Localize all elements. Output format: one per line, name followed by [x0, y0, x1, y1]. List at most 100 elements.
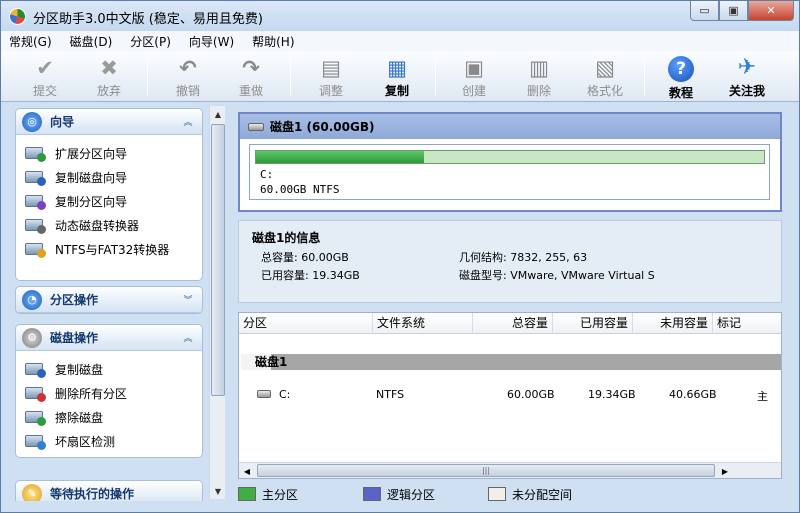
column-header-flag[interactable]: 标记	[713, 313, 781, 334]
disk-op-wipe[interactable]: 擦除磁盘	[25, 405, 202, 429]
submit-button[interactable]: ✔ 提交	[17, 54, 73, 100]
wizard-item-copy-disk[interactable]: 复制磁盘向导	[25, 165, 202, 189]
redo-button[interactable]: ↷ 重做	[223, 54, 279, 100]
chevron-up-icon[interactable]: ︽	[180, 330, 196, 346]
partition-block-c[interactable]: C: 60.00GB NTFS	[249, 144, 770, 200]
follow-button[interactable]: ✈ 关注我	[719, 54, 775, 100]
pending-ops-header[interactable]: ✎ 等待执行的操作	[16, 481, 202, 501]
scroll-up-arrow-icon[interactable]: ▲	[210, 106, 226, 122]
column-header-free[interactable]: 未用容量	[633, 313, 713, 334]
wizard-item-label: 复制磁盘向导	[55, 170, 128, 185]
disk-used-capacity: 已用容量: 19.34GB	[261, 269, 360, 282]
wizard-item-label: 动态磁盘转换器	[55, 218, 140, 233]
disk-ops-header[interactable]: ⚙ 磁盘操作 ︽	[16, 325, 202, 351]
partition-ops-panel: ◔ 分区操作 ︾	[15, 286, 203, 314]
dynamic-disk-icon	[25, 219, 46, 234]
menu-wizard[interactable]: 向导(W)	[189, 33, 234, 50]
sidebar: ◎ 向导 ︽ 扩展分区向导 复制磁盘向导 复制分区向导 动态磁盘转换器 NTFS…	[9, 104, 208, 501]
disk-op-copy-disk[interactable]: 复制磁盘	[25, 357, 202, 381]
create-label: 创建	[461, 84, 486, 98]
disk-op-bad-sector[interactable]: 坏扇区检测	[25, 429, 202, 453]
scroll-thumb[interactable]	[211, 124, 225, 396]
column-header-used[interactable]: 已用容量	[553, 313, 633, 334]
scroll-left-arrow-icon[interactable]: ◀	[239, 463, 255, 478]
toolbar-separator	[290, 58, 291, 96]
submit-label: 提交	[32, 84, 57, 98]
toolbar-separator	[644, 58, 645, 96]
toolbar-separator	[147, 58, 148, 96]
scroll-down-arrow-icon[interactable]: ▼	[210, 483, 226, 499]
menu-general[interactable]: 常规(G)	[9, 33, 52, 50]
column-header-filesystem[interactable]: 文件系统	[373, 313, 473, 334]
partition-ops-header[interactable]: ◔ 分区操作 ︾	[16, 287, 202, 313]
table-horizontal-scrollbar[interactable]: ◀ ||| ▶	[239, 462, 781, 478]
disk-ops-panel: ⚙ 磁盘操作 ︽ 复制磁盘 删除所有分区 擦除磁盘 坏扇区检测	[15, 324, 203, 458]
create-button[interactable]: ▣ 创建	[446, 54, 502, 100]
copy-label: 复制	[384, 84, 409, 98]
minimize-button[interactable]: ▭	[690, 1, 719, 21]
redo-arrow-icon: ↷	[242, 56, 260, 80]
wizard-item-label: 复制分区向导	[55, 194, 128, 209]
column-header-total[interactable]: 总容量	[473, 313, 553, 334]
table-group-disk: 磁盘1	[241, 354, 781, 370]
disk-map[interactable]: 磁盘1 (60.00GB) C: 60.00GB NTFS	[238, 112, 782, 212]
cell-flag: 主	[757, 390, 768, 403]
column-header-partition[interactable]: 分区	[239, 313, 373, 334]
cell-filesystem: NTFS	[376, 388, 405, 401]
table-row[interactable]: C: NTFS 60.00GB 19.34GB 40.66GB 主	[239, 385, 781, 405]
undo-arrow-icon: ↶	[179, 56, 197, 80]
app-window: 分区助手3.0中文版 (稳定、易用且免费) ▭ ▣ ✕ 常规(G) 磁盘(D) …	[0, 0, 800, 513]
close-button[interactable]: ✕	[748, 1, 794, 21]
delete-label: 删除	[526, 84, 551, 98]
disk-title: 磁盘1 (60.00GB)	[270, 120, 375, 134]
disk-op-label: 删除所有分区	[55, 386, 128, 401]
disk-info-title: 磁盘1的信息	[252, 231, 321, 245]
disk-op-delete-all[interactable]: 删除所有分区	[25, 381, 202, 405]
chevron-up-icon[interactable]: ︽	[180, 114, 196, 130]
adjust-button[interactable]: ▤ 调整	[303, 54, 359, 100]
format-button[interactable]: ▧ 格式化	[577, 54, 633, 100]
format-label: 格式化	[586, 84, 623, 98]
wizard-panel-title: 向导	[50, 115, 75, 129]
wizard-item-label: 扩展分区向导	[55, 146, 128, 161]
cell-free: 40.66GB	[669, 388, 717, 401]
menu-partition[interactable]: 分区(P)	[130, 33, 171, 50]
adjust-label: 调整	[318, 84, 343, 98]
legend-logical: 逻辑分区	[363, 485, 435, 503]
copy-button[interactable]: ▦ 复制	[369, 54, 425, 100]
partition-ops-icon: ◔	[22, 289, 42, 310]
undo-button[interactable]: ↶ 撤销	[160, 54, 216, 100]
delete-button[interactable]: ▥ 删除	[511, 54, 567, 100]
menu-help[interactable]: 帮助(H)	[252, 33, 294, 50]
maximize-button[interactable]: ▣	[719, 1, 748, 21]
horizontal-scroll-thumb[interactable]: |||	[257, 464, 715, 477]
partition-table: 分区 文件系统 总容量 已用容量 未用容量 标记 磁盘1 C: NTFS 60.…	[238, 312, 782, 479]
wizard-item-dynamic-disk[interactable]: 动态磁盘转换器	[25, 213, 202, 237]
undo-label: 撤销	[175, 84, 200, 98]
disk-header: 磁盘1 (60.00GB)	[240, 114, 780, 139]
tutorial-button[interactable]: ? 教程	[653, 54, 709, 100]
scroll-right-arrow-icon[interactable]: ▶	[717, 463, 733, 478]
disk-op-label: 坏扇区检测	[55, 434, 116, 449]
wizard-item-copy-partition[interactable]: 复制分区向导	[25, 189, 202, 213]
title-bar[interactable]: 分区助手3.0中文版 (稳定、易用且免费) ▭ ▣ ✕	[1, 1, 799, 31]
chevron-down-icon[interactable]: ︾	[180, 292, 196, 308]
disk-op-label: 擦除磁盘	[55, 410, 104, 425]
unallocated-swatch	[488, 487, 506, 501]
wizard-globe-icon: ◎	[22, 111, 42, 132]
wizard-item-ntfs-fat32[interactable]: NTFS与FAT32转换器	[25, 237, 202, 261]
wizard-panel-header[interactable]: ◎ 向导 ︽	[16, 109, 202, 135]
wizard-item-extend-partition[interactable]: 扩展分区向导	[25, 141, 202, 165]
toolbar-separator	[435, 58, 436, 96]
copy-partition-wizard-icon	[25, 195, 46, 210]
create-disk-icon: ▣	[464, 56, 484, 80]
sidebar-scrollbar[interactable]: ▲ ▼	[209, 106, 225, 499]
cell-partition: C:	[279, 388, 291, 401]
delete-all-partitions-icon	[25, 387, 46, 402]
partition-usage-bar	[255, 150, 765, 164]
follow-label: 关注我	[728, 84, 765, 98]
window-title: 分区助手3.0中文版 (稳定、易用且免费)	[33, 12, 263, 27]
discard-button[interactable]: ✖ 放弃	[81, 54, 137, 100]
ntfs-fat32-icon	[25, 243, 46, 258]
menu-disk[interactable]: 磁盘(D)	[70, 33, 113, 50]
